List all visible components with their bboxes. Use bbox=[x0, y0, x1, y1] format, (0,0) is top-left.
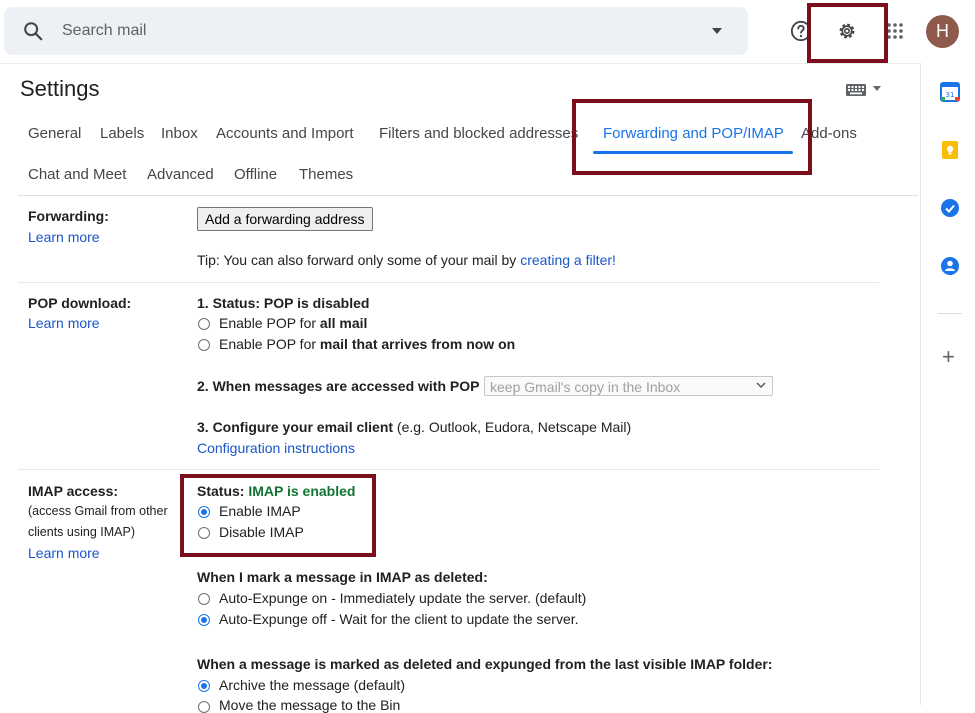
forwarding-learn-more-link[interactable]: Learn more bbox=[28, 229, 100, 245]
section-divider bbox=[18, 469, 879, 470]
tab-accounts-import[interactable]: Accounts and Import bbox=[216, 125, 354, 142]
search-options-icon[interactable] bbox=[712, 28, 722, 34]
tab-filters[interactable]: Filters and blocked addresses bbox=[379, 125, 578, 142]
pop-from-now-radio[interactable] bbox=[198, 339, 210, 351]
tab-highlight-box bbox=[572, 99, 812, 175]
pop-status: 1. Status: POP is disabled bbox=[197, 295, 370, 311]
tab-labels[interactable]: Labels bbox=[100, 125, 144, 142]
side-panel-separator bbox=[938, 313, 962, 314]
forwarding-tip-text: Tip: You can also forward only some of y… bbox=[197, 252, 521, 268]
keep-icon[interactable] bbox=[940, 140, 960, 160]
pop-access-select[interactable]: keep Gmail's copy in the Inbox bbox=[484, 376, 773, 396]
search-input[interactable]: Search mail bbox=[62, 22, 146, 40]
archive-message-radio[interactable] bbox=[198, 680, 210, 692]
tab-offline[interactable]: Offline bbox=[234, 166, 277, 183]
auto-expunge-on-radio[interactable] bbox=[198, 593, 210, 605]
auto-expunge-on-label[interactable]: Auto-Expunge on - Immediately update the… bbox=[219, 590, 586, 606]
imap-deleted-heading: When I mark a message in IMAP as deleted… bbox=[197, 569, 488, 585]
tab-advanced[interactable]: Advanced bbox=[147, 166, 214, 183]
imap-highlight-box bbox=[180, 474, 376, 557]
tabs-divider bbox=[18, 195, 918, 196]
search-icon[interactable] bbox=[22, 20, 44, 42]
chevron-down-icon bbox=[756, 382, 766, 388]
imap-desc-line2: clients using IMAP) bbox=[28, 525, 135, 539]
side-panel-divider bbox=[920, 63, 921, 705]
pop-download-label: POP download: bbox=[28, 295, 132, 311]
avatar[interactable]: H bbox=[926, 15, 959, 48]
page-title: Settings bbox=[20, 76, 100, 101]
imap-access-label: IMAP access: bbox=[28, 483, 119, 499]
configuration-instructions-link[interactable]: Configuration instructions bbox=[197, 440, 355, 456]
keyboard-menu-icon[interactable] bbox=[873, 86, 881, 91]
svg-text:31: 31 bbox=[946, 91, 955, 99]
forwarding-label: Forwarding: bbox=[28, 208, 109, 224]
add-forwarding-address-button[interactable]: Add a forwarding address bbox=[197, 207, 373, 231]
header-divider bbox=[0, 63, 920, 64]
section-divider bbox=[18, 282, 879, 283]
move-to-bin-radio[interactable] bbox=[198, 701, 210, 713]
tasks-icon[interactable] bbox=[940, 198, 960, 218]
auto-expunge-off-radio[interactable] bbox=[198, 614, 210, 626]
plus-icon[interactable]: + bbox=[942, 346, 955, 368]
calendar-icon[interactable]: 31 bbox=[940, 82, 960, 102]
pop-all-mail-label[interactable]: Enable POP for all mail bbox=[219, 315, 367, 331]
pop-all-mail-radio[interactable] bbox=[198, 318, 210, 330]
tab-general[interactable]: General bbox=[28, 125, 81, 142]
imap-learn-more-link[interactable]: Learn more bbox=[28, 545, 100, 561]
tab-inbox[interactable]: Inbox bbox=[161, 125, 198, 142]
pop-configure: 3. Configure your email client (e.g. Out… bbox=[197, 419, 632, 435]
imap-expunged-heading: When a message is marked as deleted and … bbox=[197, 656, 773, 672]
pop-access-select-value: keep Gmail's copy in the Inbox bbox=[490, 379, 681, 395]
pop-learn-more-link[interactable]: Learn more bbox=[28, 315, 100, 331]
archive-message-label[interactable]: Archive the message (default) bbox=[219, 677, 405, 693]
gear-highlight-box bbox=[807, 3, 888, 63]
imap-desc-line1: (access Gmail from other bbox=[28, 504, 168, 518]
create-filter-link[interactable]: creating a filter! bbox=[520, 252, 616, 268]
tab-themes[interactable]: Themes bbox=[299, 166, 353, 183]
contacts-icon[interactable] bbox=[940, 256, 960, 276]
keyboard-icon[interactable] bbox=[846, 84, 866, 96]
forwarding-tip: Tip: You can also forward only some of y… bbox=[197, 252, 616, 268]
search-bar[interactable]: Search mail bbox=[4, 7, 748, 55]
auto-expunge-off-label[interactable]: Auto-Expunge off - Wait for the client t… bbox=[219, 611, 579, 627]
move-to-bin-label[interactable]: Move the message to the Bin bbox=[219, 697, 400, 713]
pop-from-now-label[interactable]: Enable POP for mail that arrives from no… bbox=[219, 336, 515, 352]
pop-access-label: 2. When messages are accessed with POP bbox=[197, 378, 480, 394]
apps-icon[interactable] bbox=[886, 22, 904, 40]
tab-chat-meet[interactable]: Chat and Meet bbox=[28, 166, 126, 183]
